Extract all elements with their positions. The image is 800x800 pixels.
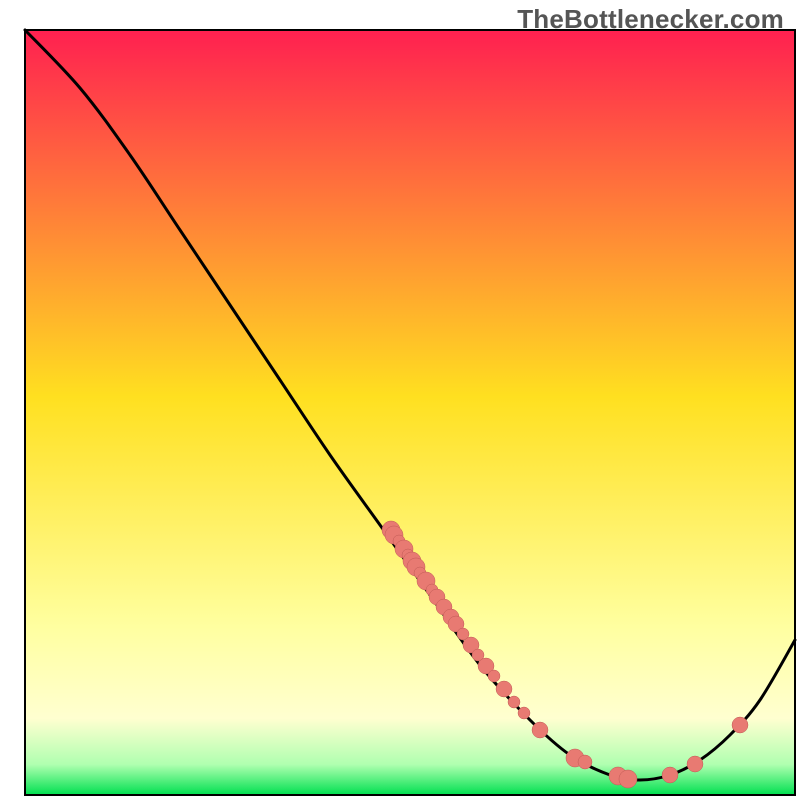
data-marker [532,722,548,738]
bottleneck-chart: TheBottlenecker.com [0,0,800,800]
data-marker [518,707,530,719]
data-marker [662,767,678,783]
data-marker [496,681,512,697]
gradient-background [25,30,795,795]
data-marker [687,756,703,772]
data-marker [508,696,520,708]
data-marker [578,755,592,769]
data-marker [619,770,637,788]
data-marker [732,717,748,733]
attribution-label: TheBottlenecker.com [517,4,784,35]
data-marker [488,670,500,682]
chart-svg [0,0,800,800]
